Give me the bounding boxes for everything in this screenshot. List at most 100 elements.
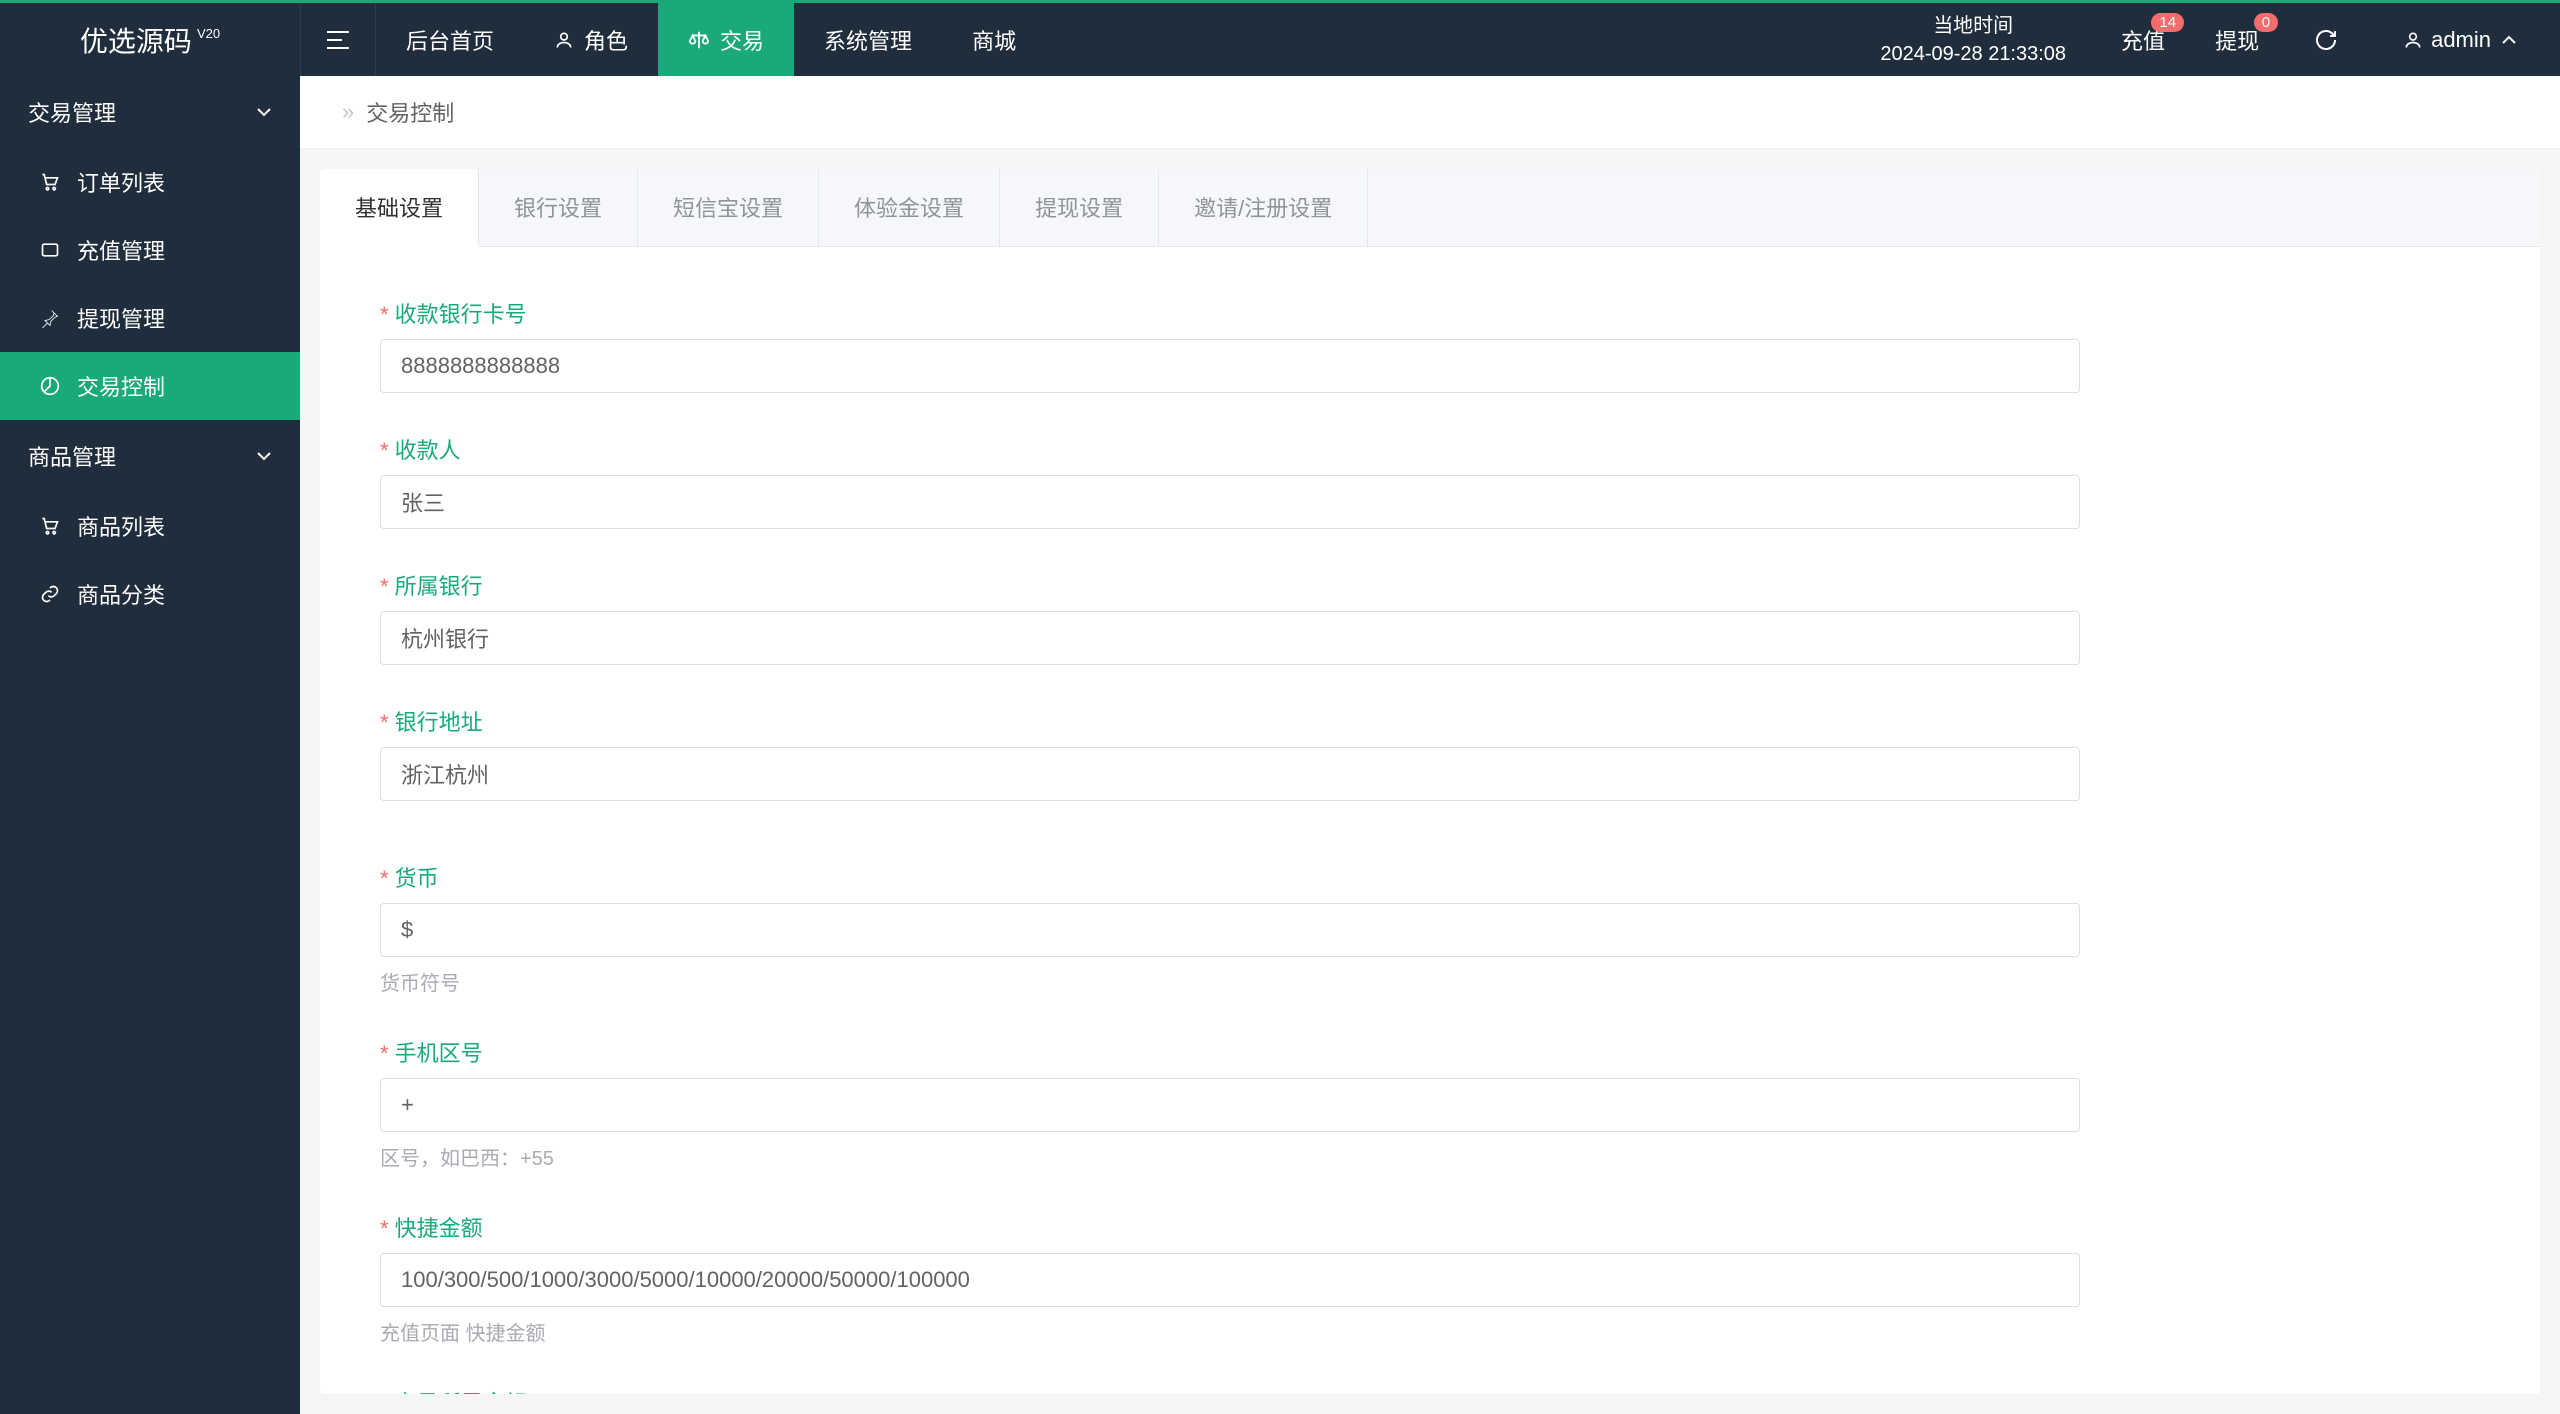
form-label: *交易所需余额 [380,1386,2480,1394]
form-label: *手机区号 [380,1036,2480,1068]
sidebar-item-label: 商品列表 [77,510,165,542]
sidebar-item-recharge[interactable]: 充值管理 [0,216,300,284]
menu-toggle-button[interactable] [300,3,376,76]
nav-mall[interactable]: 商城 [942,3,1046,76]
main-area: » 交易控制 基础设置 银行设置 短信宝设置 体验金设置 提现设置 邀请/注册设… [300,76,2560,1414]
tab-label: 提现设置 [1035,196,1123,221]
time-display: 当地时间 2024-09-28 21:33:08 [1850,3,2096,76]
pin-icon [40,308,62,328]
nav-trade[interactable]: 交易 [658,3,794,76]
sidebar-item-withdraw[interactable]: 提现管理 [0,284,300,352]
phone-code-input[interactable] [380,1078,2080,1132]
sidebar-item-label: 订单列表 [77,166,165,198]
bank-card-input[interactable] [380,339,2080,393]
label-text: 手机区号 [395,1041,483,1066]
label-text: 快捷金额 [395,1216,483,1241]
nav-trade-label: 交易 [720,24,764,56]
tab-sms[interactable]: 短信宝设置 [638,169,819,246]
withdraw-badge: 0 [2254,13,2278,32]
time-value: 2024-09-28 21:33:08 [1880,40,2066,68]
form-row-phone-code: *手机区号 区号，如巴西：+55 [380,1036,2480,1171]
bank-addr-input[interactable] [380,747,2080,801]
chevron-down-icon [256,107,272,117]
label-text: 收款银行卡号 [395,302,527,327]
form-area: *收款银行卡号 *收款人 *所属银行 *银行地址 [320,247,2540,1394]
chevron-down-icon [256,451,272,461]
app-name: 优选源码 [80,20,192,60]
recharge-badge: 14 [2151,13,2184,32]
sidebar-item-product-list[interactable]: 商品列表 [0,492,300,560]
quick-amount-input[interactable] [380,1253,2080,1307]
tab-withdraw[interactable]: 提现设置 [1000,169,1159,246]
form-label: *收款银行卡号 [380,297,2480,329]
breadcrumb-current: 交易控制 [366,96,454,128]
nav-role[interactable]: 角色 [524,3,658,76]
tab-invite[interactable]: 邀请/注册设置 [1159,169,1368,246]
form-label: *货币 [380,861,2480,893]
user-icon [554,30,574,50]
sidebar-item-label: 充值管理 [77,234,165,266]
nav-home-label: 后台首页 [406,24,494,56]
quick-amount-help: 充值页面 快捷金额 [380,1317,2480,1346]
currency-input[interactable] [380,903,2080,957]
form-label: *收款人 [380,433,2480,465]
tab-basic[interactable]: 基础设置 [320,169,479,247]
top-nav: 后台首页 角色 交易 系统管理 商城 [376,3,1046,76]
header-right: 当地时间 2024-09-28 21:33:08 充值 14 提现 0 ad [1850,3,2560,76]
form-row-currency: *货币 货币符号 [380,861,2480,996]
breadcrumb-sep: » [342,99,354,125]
sidebar-group-trade[interactable]: 交易管理 [0,76,300,148]
link-icon [40,584,62,604]
form-label: *所属银行 [380,569,2480,601]
form-row-trade-balance: *交易所需余额 交易所需余额 [380,1386,2480,1394]
label-text: 货币 [395,866,439,891]
currency-help: 货币符号 [380,967,2480,996]
chevron-up-icon [2501,35,2525,45]
label-text: 银行地址 [395,710,483,735]
tab-bank[interactable]: 银行设置 [479,169,638,246]
content-card: 基础设置 银行设置 短信宝设置 体验金设置 提现设置 邀请/注册设置 *收款银行… [320,169,2540,1394]
sidebar-item-label: 交易控制 [77,370,165,402]
app-version: V20 [197,26,220,41]
sidebar-group-product[interactable]: 商品管理 [0,420,300,492]
label-text: 收款人 [395,438,461,463]
nav-system[interactable]: 系统管理 [794,3,942,76]
sidebar-item-label: 提现管理 [77,302,165,334]
header: 优选源码 V20 后台首页 角色 交易 [0,3,2560,76]
time-label: 当地时间 [1933,12,2013,40]
label-text: 交易所需余额 [395,1391,527,1394]
sidebar-item-orders[interactable]: 订单列表 [0,148,300,216]
nav-home[interactable]: 后台首页 [376,3,524,76]
dashboard-icon [40,376,62,396]
sidebar-group-trade-label: 交易管理 [28,96,116,128]
scale-icon [688,29,710,51]
sidebar-item-trade-control[interactable]: 交易控制 [0,352,300,420]
sidebar-item-product-category[interactable]: 商品分类 [0,560,300,628]
form-label: *快捷金额 [380,1211,2480,1243]
tabs: 基础设置 银行设置 短信宝设置 体验金设置 提现设置 邀请/注册设置 [320,169,2540,247]
user-name: admin [2431,27,2491,53]
withdraw-link[interactable]: 提现 0 [2190,3,2284,76]
payee-input[interactable] [380,475,2080,529]
hamburger-icon [327,31,349,49]
sidebar-item-label: 商品分类 [77,578,165,610]
form-row-quick-amount: *快捷金额 充值页面 快捷金额 [380,1211,2480,1346]
label-text: 所属银行 [395,574,483,599]
bank-input[interactable] [380,611,2080,665]
refresh-icon [2314,28,2338,52]
withdraw-label: 提现 [2215,24,2259,56]
recharge-link[interactable]: 充值 14 [2096,3,2190,76]
nav-mall-label: 商城 [972,24,1016,56]
cart-icon [40,172,62,192]
tab-experience[interactable]: 体验金设置 [819,169,1000,246]
breadcrumb: » 交易控制 [300,76,2560,149]
form-row-payee: *收款人 [380,433,2480,529]
form-label: *银行地址 [380,705,2480,737]
form-row-bank: *所属银行 [380,569,2480,665]
tab-label: 基础设置 [355,196,443,221]
user-menu[interactable]: admin [2368,3,2560,76]
message-icon [40,240,62,260]
sidebar: 交易管理 订单列表 充值管理 提现管 [0,76,300,1414]
tab-label: 短信宝设置 [673,196,783,221]
refresh-button[interactable] [2284,3,2368,76]
